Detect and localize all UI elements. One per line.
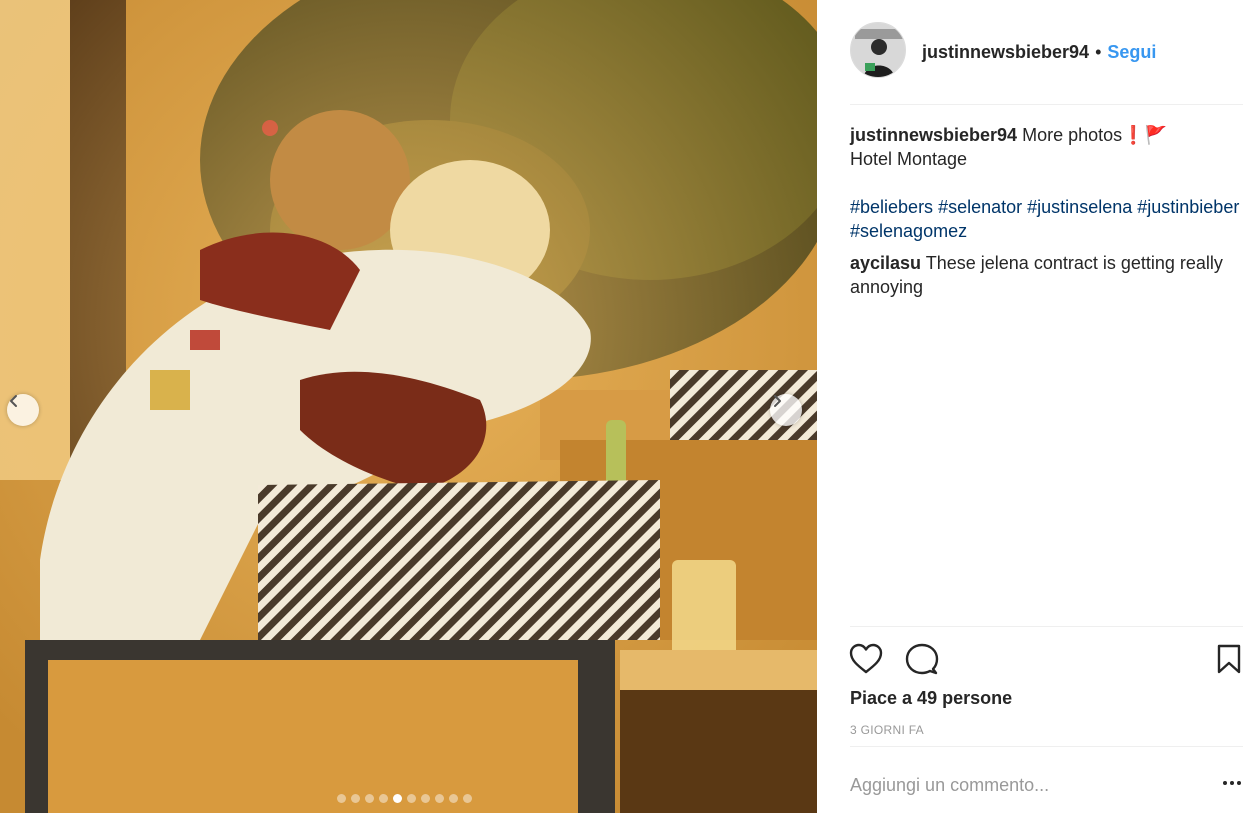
caption-text: More photos [1022, 125, 1123, 145]
post-details-panel: justinnewsbieber94 • Segui justinnewsbie… [817, 0, 1243, 813]
hashtag-list: #beliebers #selenator #justinselena #jus… [850, 195, 1240, 243]
carousel-dot [351, 794, 360, 803]
previous-photo-button[interactable] [7, 394, 39, 426]
carousel-dot [463, 794, 472, 803]
carousel-dot [337, 794, 346, 803]
bookmark-icon [1217, 644, 1241, 674]
comments-section: justinnewsbieber94 More photos❗🚩 Hotel M… [850, 123, 1240, 299]
like-button[interactable] [848, 641, 884, 677]
save-button[interactable] [1211, 641, 1243, 677]
carousel-dot [365, 794, 374, 803]
follow-button[interactable]: Segui [1107, 42, 1156, 63]
add-comment-box [850, 746, 1243, 813]
hashtag-link[interactable]: #justinselena [1027, 197, 1132, 217]
hashtag-link[interactable]: #justinbieber [1137, 197, 1239, 217]
hashtag-link[interactable]: #selenator [938, 197, 1022, 217]
hashtag-link[interactable]: #beliebers [850, 197, 933, 217]
chevron-left-icon [10, 395, 17, 407]
header-separator: • [1095, 42, 1102, 62]
post-photo[interactable] [0, 0, 817, 813]
carousel-dot [421, 794, 430, 803]
comment-input[interactable] [850, 775, 1210, 796]
carousel-dot [379, 794, 388, 803]
carousel-dot [393, 794, 402, 803]
carousel-indicator [337, 794, 472, 803]
chevron-right-icon [774, 395, 781, 407]
caption-username[interactable]: justinnewsbieber94 [850, 125, 1017, 145]
comment-button[interactable] [904, 641, 940, 677]
likes-count[interactable]: Piace a 49 persone [850, 688, 1012, 709]
avatar[interactable] [850, 22, 906, 78]
carousel-dot [407, 794, 416, 803]
hashtag-link[interactable]: #selenagomez [850, 221, 967, 241]
photo-illustration [0, 0, 817, 813]
caption-emoji: ❗🚩 [1122, 125, 1167, 145]
post-timestamp[interactable]: 3 GIORNI FA [850, 723, 924, 737]
ellipsis-icon-dot [1230, 781, 1234, 785]
post-header: justinnewsbieber94 • Segui [850, 22, 1243, 105]
heart-icon [849, 643, 883, 674]
next-photo-button[interactable] [770, 394, 802, 426]
carousel-dot [449, 794, 458, 803]
avatar-image [851, 23, 905, 77]
post-author-username[interactable]: justinnewsbieber94 [922, 42, 1089, 63]
ellipsis-icon [1223, 781, 1227, 785]
ellipsis-icon-dot [1237, 781, 1241, 785]
comment-bubble-icon [905, 643, 939, 675]
comment-username[interactable]: aycilasu [850, 253, 921, 273]
post-caption: justinnewsbieber94 More photos❗🚩 Hotel M… [850, 123, 1240, 243]
more-options-button[interactable] [1223, 781, 1243, 791]
caption-location-line: Hotel Montage [850, 149, 968, 169]
comment-item: aycilasu These jelena contract is gettin… [850, 251, 1240, 299]
carousel-dot [435, 794, 444, 803]
action-bar [848, 626, 1243, 686]
